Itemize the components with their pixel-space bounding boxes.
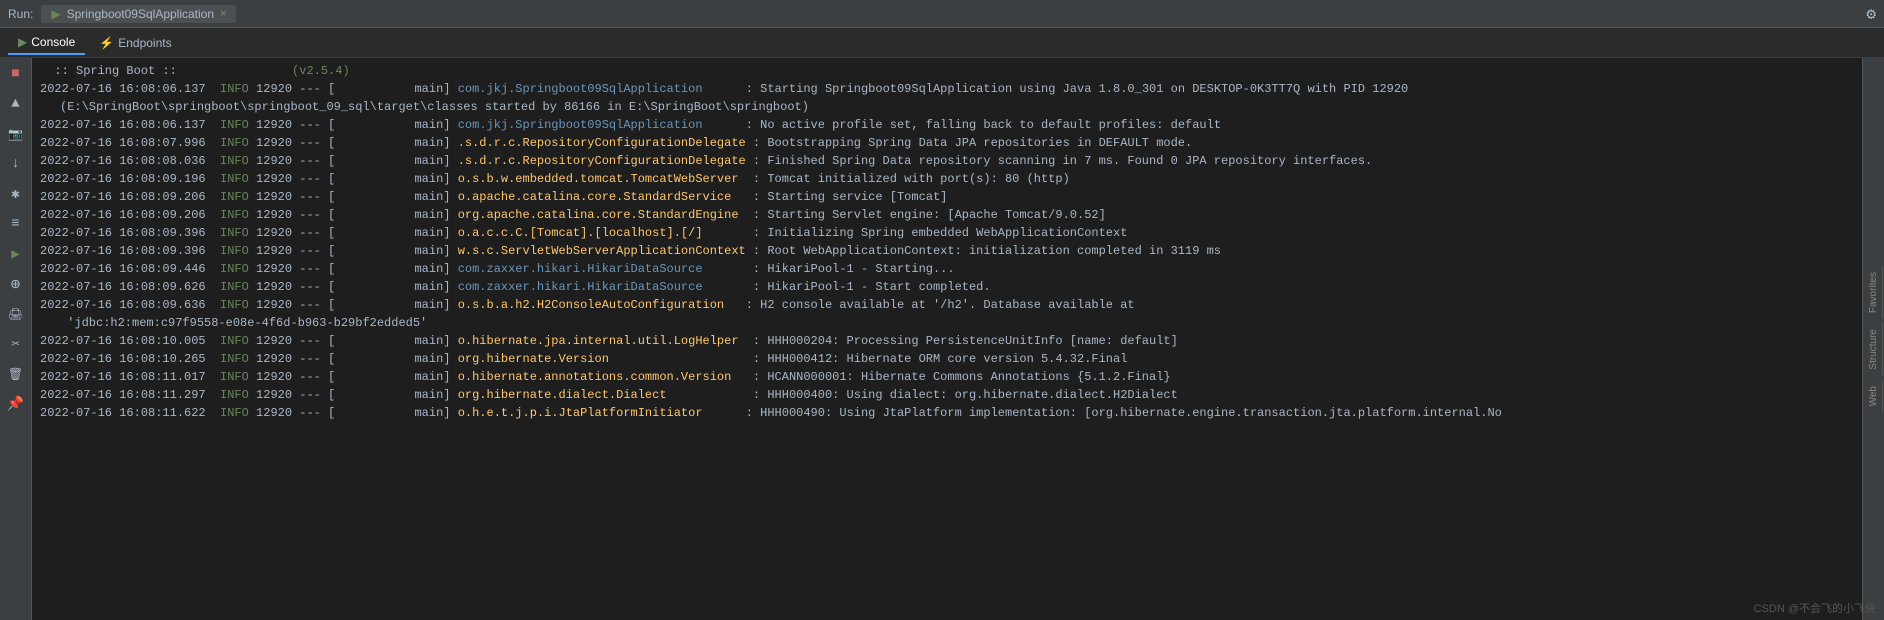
console-tab[interactable]: ▶ Console: [8, 31, 85, 55]
spring-banner-text: :: Spring Boot ::: [40, 62, 292, 80]
app-container: Run: ▶ Springboot09SqlApplication × ⚙ ▶ …: [0, 0, 1884, 620]
web-tab[interactable]: Web: [1865, 380, 1883, 412]
scroll-up-button[interactable]: ▲: [4, 92, 28, 116]
log-continuation: (E:\SpringBoot\springboot\springboot_09_…: [40, 98, 1854, 116]
top-bar: Run: ▶ Springboot09SqlApplication × ⚙: [0, 0, 1884, 28]
log-line: 2022-07-16 16:08:10.265 INFO 12920 --- […: [40, 350, 1854, 368]
left-sidebar: ■ ▲ 📷 ↓ ✱ ≡ ▶ ⊕ 🖨 ✂ 🗑 📌: [0, 58, 32, 620]
stop-button[interactable]: ■: [4, 62, 28, 86]
endpoints-tab[interactable]: ⚡ Endpoints: [89, 32, 181, 54]
log-line: 2022-07-16 16:08:11.017 INFO 12920 --- […: [40, 368, 1854, 386]
play-icon: ▶: [51, 7, 60, 21]
log-line: 2022-07-16 16:08:06.137 INFO 12920 --- […: [40, 116, 1854, 134]
log-line-banner: :: Spring Boot :: (v2.5.4): [40, 62, 1854, 80]
watermark: CSDN @不会飞的小飞侠: [1754, 600, 1876, 616]
log-line: 2022-07-16 16:08:11.622 INFO 12920 --- […: [40, 404, 1854, 422]
console-output[interactable]: :: Spring Boot :: (v2.5.4) 2022-07-16 16…: [32, 58, 1862, 620]
log-line: 2022-07-16 16:08:09.196 INFO 12920 --- […: [40, 170, 1854, 188]
log-line: 2022-07-16 16:08:07.996 INFO 12920 --- […: [40, 134, 1854, 152]
right-sidebar: Favorites Structure Web: [1862, 58, 1884, 620]
log-line: 2022-07-16 16:08:09.396 INFO 12920 --- […: [40, 224, 1854, 242]
favorites-tab[interactable]: Favorites: [1865, 266, 1883, 319]
scroll-down-button[interactable]: ↓: [4, 152, 28, 176]
add-button[interactable]: ⊕: [4, 272, 28, 296]
console-icon: ▶: [18, 35, 27, 49]
tab-title: Springboot09SqlApplication: [67, 7, 214, 21]
tab-close-button[interactable]: ×: [220, 8, 226, 20]
camera-button[interactable]: 📷: [4, 122, 28, 146]
active-tab[interactable]: ▶ Springboot09SqlApplication ×: [41, 5, 236, 23]
run-label: Run:: [8, 7, 33, 21]
wrap-button[interactable]: ≡: [4, 212, 28, 236]
main-layout: ■ ▲ 📷 ↓ ✱ ≡ ▶ ⊕ 🖨 ✂ 🗑 📌 :: Spring Boot :…: [0, 58, 1884, 620]
delete-button[interactable]: 🗑: [4, 362, 28, 386]
servlet-context-logger: w.s.c.ServletWebServerApplicationContext: [458, 242, 746, 260]
settings-icon[interactable]: ⚙: [1866, 4, 1876, 24]
log-line: 2022-07-16 16:08:09.446 INFO 12920 --- […: [40, 260, 1854, 278]
cut-button[interactable]: ✂: [4, 332, 28, 356]
log-line: 2022-07-16 16:08:09.206 INFO 12920 --- […: [40, 188, 1854, 206]
spring-version: (v2.5.4): [292, 62, 350, 80]
log-line: 2022-07-16 16:08:09.626 INFO 12920 --- […: [40, 278, 1854, 296]
log-line: 2022-07-16 16:08:11.297 INFO 12920 --- […: [40, 386, 1854, 404]
log-continuation: 'jdbc:h2:mem:c97f9558-e08e-4f6d-b963-b29…: [40, 314, 1854, 332]
log-line: 2022-07-16 16:08:09.206 INFO 12920 --- […: [40, 206, 1854, 224]
run-button[interactable]: ▶: [4, 242, 28, 266]
filter-button[interactable]: ✱: [4, 182, 28, 206]
pin-button[interactable]: 📌: [4, 392, 28, 416]
log-line: 2022-07-16 16:08:06.137 INFO 12920 --- […: [40, 80, 1854, 98]
print-button[interactable]: 🖨: [4, 302, 28, 326]
endpoints-icon: ⚡: [99, 36, 114, 50]
log-line-servlet: 2022-07-16 16:08:09.396 INFO 12920 --- […: [40, 242, 1854, 260]
log-line: 2022-07-16 16:08:09.636 INFO 12920 --- […: [40, 296, 1854, 314]
log-line: 2022-07-16 16:08:08.036 INFO 12920 --- […: [40, 152, 1854, 170]
log-line: 2022-07-16 16:08:10.005 INFO 12920 --- […: [40, 332, 1854, 350]
structure-tab[interactable]: Structure: [1865, 323, 1883, 376]
toolbar: ▶ Console ⚡ Endpoints: [0, 28, 1884, 58]
